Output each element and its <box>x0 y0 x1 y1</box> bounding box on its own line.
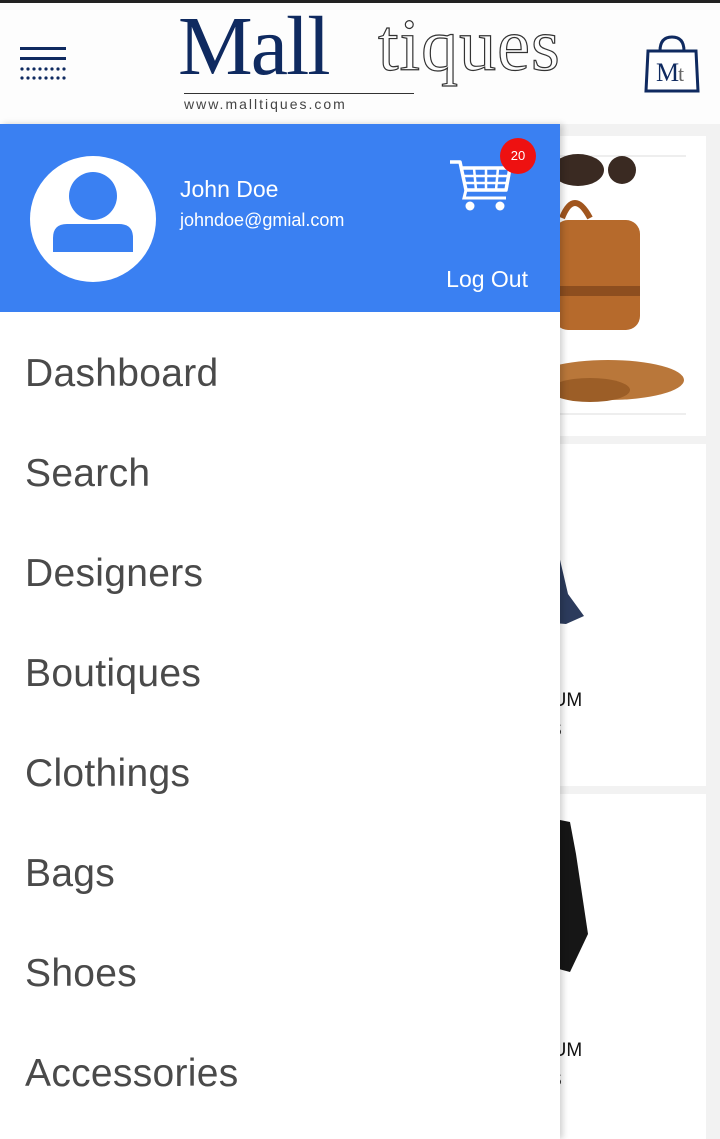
user-icon <box>53 172 133 252</box>
menu-item-search[interactable]: Search <box>0 412 560 512</box>
cart-count-badge: 20 <box>500 138 536 174</box>
shopping-bag-icon[interactable]: M t <box>644 35 700 93</box>
navigation-drawer: John Doe johndoe@gmial.com 20 Log Out Da… <box>0 124 560 1139</box>
menu-item-boutiques[interactable]: Boutiques <box>0 612 560 712</box>
malltiques-logo: Mall tiques www.malltiques.com <box>178 5 560 121</box>
menu-item-shoes[interactable]: Shoes <box>0 912 560 1012</box>
product-card[interactable] <box>532 136 706 436</box>
logo-url: www.malltiques.com <box>184 93 414 112</box>
app-bar: Mall tiques www.malltiques.com M t <box>0 0 720 124</box>
product-image <box>540 462 584 624</box>
logo-main-text: Mall <box>178 0 331 93</box>
menu-item-clothings[interactable]: Clothings <box>0 712 560 812</box>
product-card[interactable]: SUM 0$ <box>540 444 706 786</box>
user-email: johndoe@gmial.com <box>180 210 345 230</box>
logout-button[interactable]: Log Out <box>446 266 528 293</box>
logo-accent-text: tiques <box>377 5 561 87</box>
menu-icon[interactable] <box>18 45 68 85</box>
menu-item-designers[interactable]: Designers <box>0 512 560 612</box>
menu-item-bags[interactable]: Bags <box>0 812 560 912</box>
avatar[interactable] <box>30 156 156 282</box>
product-image <box>540 816 588 972</box>
product-image <box>532 154 686 415</box>
svg-text:M: M <box>656 58 679 87</box>
menu-item-dashboard[interactable]: Dashboard <box>0 312 560 412</box>
user-name: John Doe <box>180 176 279 202</box>
drawer-header: John Doe johndoe@gmial.com 20 Log Out <box>0 124 560 312</box>
drawer-menu: Dashboard Search Designers Boutiques Clo… <box>0 312 560 1112</box>
product-card[interactable]: SUM 0$ <box>540 794 706 1139</box>
svg-text:t: t <box>678 61 684 86</box>
menu-item-accessories[interactable]: Accessories <box>0 1012 560 1112</box>
